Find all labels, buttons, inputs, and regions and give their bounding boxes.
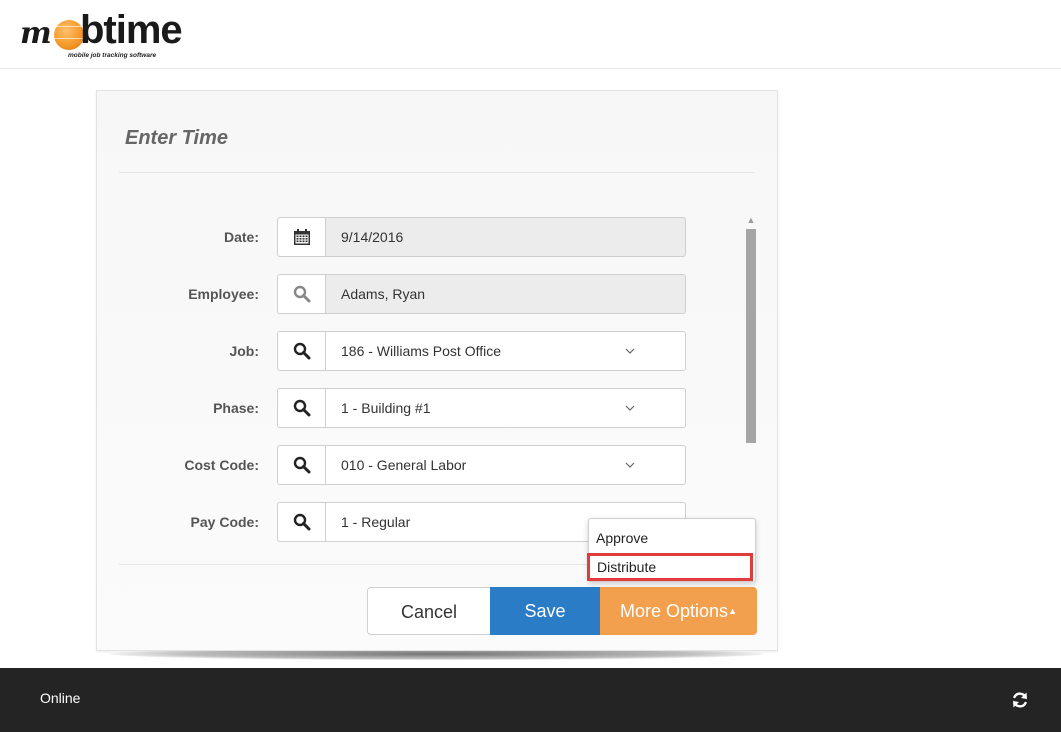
connection-status: Online	[40, 690, 81, 706]
search-icon	[293, 342, 310, 360]
cost-code-label: Cost Code:	[184, 457, 259, 473]
form-scrollbar[interactable]: ▲	[744, 213, 758, 543]
more-options-label: More Options	[620, 601, 729, 621]
cost-code-row: Cost Code: 010 - General Labor	[97, 445, 697, 485]
logo-m: m	[20, 16, 52, 51]
chevron-down-icon	[625, 348, 635, 354]
caret-up-icon: ▲	[728, 606, 737, 616]
date-field: 9/14/2016	[325, 217, 686, 257]
phase-select[interactable]: 1 - Building #1	[325, 388, 686, 428]
cost-code-select[interactable]: 010 - General Labor	[325, 445, 686, 485]
phase-search-button[interactable]	[277, 388, 325, 428]
chevron-down-icon	[625, 462, 635, 468]
phase-label: Phase:	[213, 400, 259, 416]
employee-label: Employee:	[188, 286, 259, 302]
scroll-up-icon[interactable]: ▲	[744, 213, 758, 227]
save-button[interactable]: Save	[490, 587, 600, 635]
status-footer: Online	[0, 668, 1061, 732]
cost-code-value: 010 - General Labor	[341, 457, 467, 473]
job-label: Job:	[229, 343, 259, 359]
logo-tagline: mobile job tracking software	[68, 52, 157, 59]
calendar-icon	[293, 229, 310, 245]
app-header: m btime mobile job tracking software	[0, 0, 1061, 69]
pay-code-search-button[interactable]	[277, 502, 325, 542]
phase-row: Phase: 1 - Building #1	[97, 388, 697, 428]
menu-item-approve[interactable]: Approve	[589, 526, 755, 550]
date-label: Date:	[223, 229, 259, 245]
job-row: Job: 186 - Williams Post Office	[97, 331, 697, 371]
search-icon	[293, 285, 310, 303]
pay-code-label: Pay Code:	[190, 514, 259, 530]
job-search-button[interactable]	[277, 331, 325, 371]
pay-code-value: 1 - Regular	[341, 514, 411, 530]
search-icon	[293, 513, 310, 531]
logo-word: btime	[80, 8, 183, 52]
card-title: Enter Time	[125, 127, 228, 149]
more-options-button[interactable]: More Options▲	[600, 587, 757, 635]
employee-field: Adams, Ryan	[325, 274, 686, 314]
job-select[interactable]: 186 - Williams Post Office	[325, 331, 686, 371]
cancel-button[interactable]: Cancel	[367, 587, 491, 635]
calendar-button[interactable]	[277, 217, 325, 257]
more-options-menu: Approve Distribute	[587, 518, 756, 582]
title-divider	[119, 172, 755, 173]
job-value: 186 - Williams Post Office	[341, 343, 502, 359]
search-icon	[293, 399, 310, 417]
search-icon	[293, 456, 310, 474]
employee-row: Employee: Adams, Ryan	[97, 274, 697, 314]
date-row: Date: 9/14/2016	[97, 217, 697, 257]
scroll-thumb[interactable]	[746, 229, 756, 443]
mjobtime-logo[interactable]: m btime mobile job tracking software	[20, 6, 220, 60]
menu-item-distribute[interactable]: Distribute	[587, 553, 753, 581]
cost-code-search-button[interactable]	[277, 445, 325, 485]
chevron-down-icon	[625, 405, 635, 411]
employee-search-button[interactable]	[277, 274, 325, 314]
phase-value: 1 - Building #1	[341, 400, 431, 416]
sync-icon[interactable]	[1010, 690, 1030, 710]
